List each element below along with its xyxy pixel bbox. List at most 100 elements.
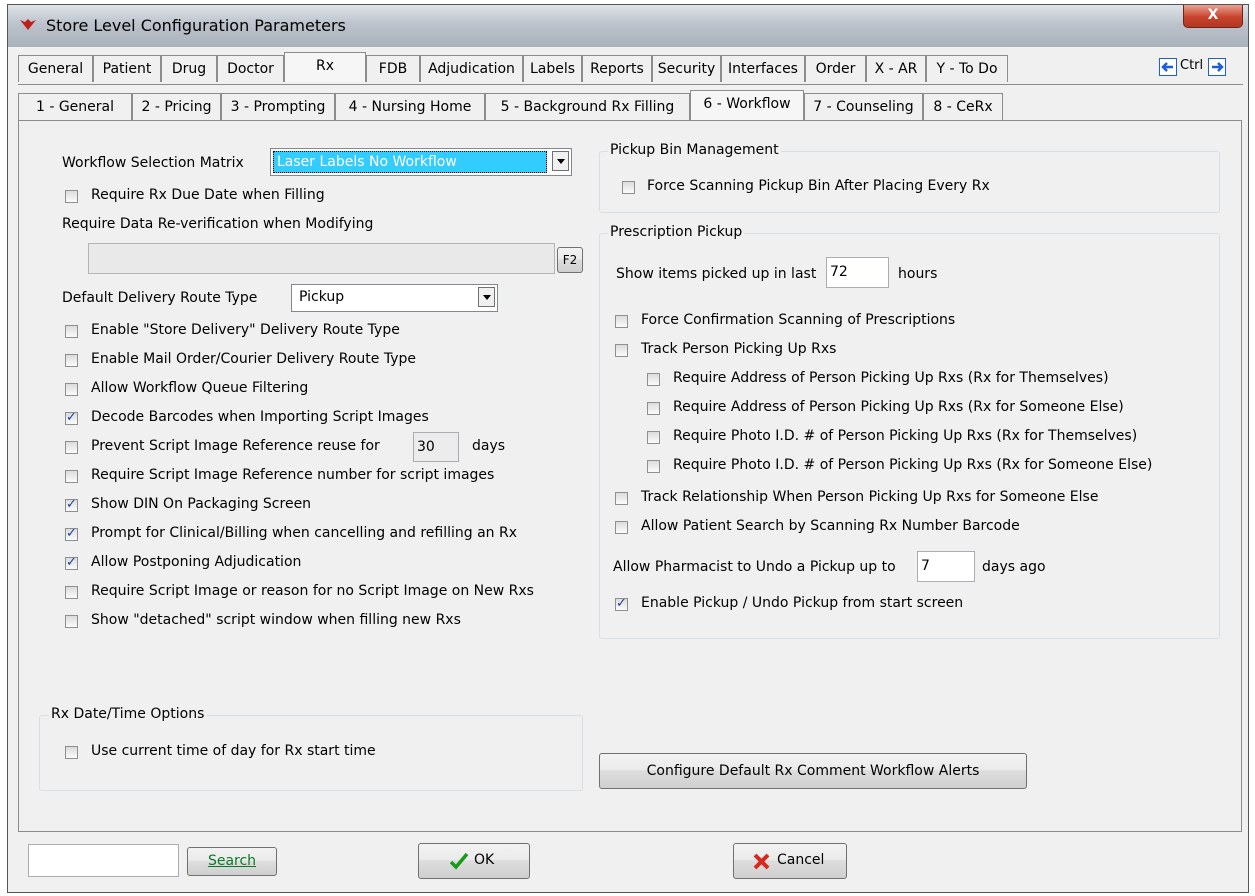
title-bar: Store Level Configuration Parameters X xyxy=(8,5,1248,47)
queue-filtering-label: Allow Workflow Queue Filtering xyxy=(91,380,309,396)
show-din-checkbox[interactable] xyxy=(65,497,78,512)
tab-general[interactable]: General xyxy=(18,55,93,82)
delivery-route-value: Pickup xyxy=(299,289,345,305)
rx-datetime-group-title: Rx Date/Time Options xyxy=(49,706,207,722)
show-items-input[interactable]: 72 xyxy=(826,257,889,288)
arrow-left-icon[interactable] xyxy=(1159,58,1177,76)
reverification-label: Require Data Re-verification when Modify… xyxy=(62,216,374,232)
ctrl-navigator: Ctrl xyxy=(1159,58,1243,78)
prevent-reuse-checkbox[interactable] xyxy=(65,441,78,454)
postpone-adjudication-checkbox[interactable] xyxy=(65,555,78,570)
tab-y-todo[interactable]: Y - To Do xyxy=(926,55,1008,82)
subtab-background-rx[interactable]: 5 - Background Rx Filling xyxy=(485,93,690,120)
prompt-clinical-label: Prompt for Clinical/Billing when cancell… xyxy=(91,525,518,541)
tab-rx[interactable]: Rx xyxy=(284,52,366,82)
force-confirmation-label: Force Confirmation Scanning of Prescript… xyxy=(641,312,956,328)
track-person-label: Track Person Picking Up Rxs xyxy=(641,341,837,357)
track-relationship-checkbox[interactable] xyxy=(615,492,628,505)
enable-undo-checkbox[interactable] xyxy=(615,596,628,611)
require-script-ref-checkbox[interactable] xyxy=(65,470,78,483)
require-script-image-checkbox[interactable] xyxy=(65,586,78,599)
use-current-time-checkbox[interactable] xyxy=(65,746,78,759)
subtab-counseling[interactable]: 7 - Counseling xyxy=(804,93,923,120)
tab-labels[interactable]: Labels xyxy=(523,55,582,82)
subtab-workflow[interactable]: 6 - Workflow xyxy=(690,90,804,120)
cancel-label: Cancel xyxy=(777,852,825,868)
mail-order-checkbox[interactable] xyxy=(65,354,78,367)
undo-pickup-label: Allow Pharmacist to Undo a Pickup up to xyxy=(613,559,896,575)
store-delivery-label: Enable "Store Delivery" Delivery Route T… xyxy=(91,322,400,338)
configure-alerts-button[interactable]: Configure Default Rx Comment Workflow Al… xyxy=(599,753,1027,789)
sub-tab-bar: 1 - General 2 - Pricing 3 - Prompting 4 … xyxy=(18,90,1243,123)
workflow-matrix-select[interactable]: Laser Labels No Workflow xyxy=(270,148,572,176)
force-confirmation-checkbox[interactable] xyxy=(615,315,628,328)
chevron-down-icon[interactable] xyxy=(552,151,569,171)
reuse-days-input[interactable]: 30 xyxy=(413,432,459,462)
chevron-down-icon[interactable] xyxy=(478,287,495,307)
decode-barcodes-label: Decode Barcodes when Importing Script Im… xyxy=(91,409,429,425)
decode-barcodes-checkbox[interactable] xyxy=(65,410,78,425)
undo-days-unit: days ago xyxy=(982,559,1046,575)
main-tab-bar: General Patient Drug Doctor Rx FDB Adjud… xyxy=(18,52,1243,85)
patient-search-barcode-label: Allow Patient Search by Scanning Rx Numb… xyxy=(641,518,1020,534)
ok-button[interactable]: OK xyxy=(418,843,530,879)
patient-search-barcode-checkbox[interactable] xyxy=(615,521,628,534)
config-window: Store Level Configuration Parameters X G… xyxy=(7,4,1249,893)
queue-filtering-checkbox[interactable] xyxy=(65,383,78,396)
tab-divider xyxy=(18,84,1243,85)
tab-interfaces[interactable]: Interfaces xyxy=(721,55,805,82)
photo-id-someone-else-checkbox[interactable] xyxy=(647,460,660,473)
tab-security[interactable]: Security xyxy=(652,55,721,82)
photo-id-themselves-label: Require Photo I.D. # of Person Picking U… xyxy=(673,428,1138,444)
tab-fdb[interactable]: FDB xyxy=(366,55,420,82)
app-logo-icon xyxy=(20,19,36,30)
checkmark-icon xyxy=(449,852,469,870)
photo-id-themselves-checkbox[interactable] xyxy=(647,431,660,444)
subtab-nursing-home[interactable]: 4 - Nursing Home xyxy=(335,93,485,120)
subtab-prompting[interactable]: 3 - Prompting xyxy=(221,93,335,120)
reverification-field[interactable] xyxy=(88,243,555,274)
ok-label: OK xyxy=(474,852,495,868)
tab-doctor[interactable]: Doctor xyxy=(217,55,284,82)
use-current-time-label: Use current time of day for Rx start tim… xyxy=(91,743,376,759)
tab-drug[interactable]: Drug xyxy=(161,55,217,82)
show-items-label: Show items picked up in last xyxy=(616,266,817,282)
arrow-right-icon[interactable] xyxy=(1208,58,1226,76)
force-scan-bin-checkbox[interactable] xyxy=(622,181,635,194)
cancel-x-icon xyxy=(753,853,770,870)
tab-adjudication[interactable]: Adjudication xyxy=(420,55,523,82)
window-title: Store Level Configuration Parameters xyxy=(46,16,346,35)
subtab-general[interactable]: 1 - General xyxy=(18,93,132,120)
prompt-clinical-checkbox[interactable] xyxy=(65,526,78,541)
delivery-route-label: Default Delivery Route Type xyxy=(62,290,258,306)
workflow-matrix-value: Laser Labels No Workflow xyxy=(273,151,547,173)
subtab-pricing[interactable]: 2 - Pricing xyxy=(132,93,221,120)
address-themselves-checkbox[interactable] xyxy=(647,373,660,386)
prescription-pickup-group-title: Prescription Pickup xyxy=(608,224,745,240)
postpone-adjudication-label: Allow Postponing Adjudication xyxy=(91,554,302,570)
address-someone-else-checkbox[interactable] xyxy=(647,402,660,415)
search-button[interactable]: Search xyxy=(187,847,277,876)
ctrl-label: Ctrl xyxy=(1180,58,1204,73)
tab-x-ar[interactable]: X - AR xyxy=(866,55,926,82)
tab-reports[interactable]: Reports xyxy=(582,55,652,82)
close-button[interactable]: X xyxy=(1183,5,1243,28)
detached-window-checkbox[interactable] xyxy=(65,615,78,628)
undo-days-input[interactable]: 7 xyxy=(917,551,975,582)
tab-patient[interactable]: Patient xyxy=(93,55,161,82)
tab-order[interactable]: Order xyxy=(805,55,866,82)
require-due-date-checkbox[interactable] xyxy=(65,190,78,203)
store-delivery-checkbox[interactable] xyxy=(65,325,78,338)
show-din-label: Show DIN On Packaging Screen xyxy=(91,496,312,512)
force-scan-bin-label: Force Scanning Pickup Bin After Placing … xyxy=(647,178,990,194)
search-input[interactable] xyxy=(28,844,179,877)
f2-button[interactable]: F2 xyxy=(557,247,583,273)
track-person-checkbox[interactable] xyxy=(615,344,628,357)
require-script-image-label: Require Script Image or reason for no Sc… xyxy=(91,583,534,599)
reuse-days-unit: days xyxy=(472,438,506,454)
subtab-cerx[interactable]: 8 - CeRx xyxy=(923,93,1003,120)
pickup-bin-group-title: Pickup Bin Management xyxy=(608,142,781,158)
show-items-unit: hours xyxy=(898,266,938,282)
delivery-route-select[interactable]: Pickup xyxy=(291,284,498,312)
cancel-button[interactable]: Cancel xyxy=(733,843,847,879)
